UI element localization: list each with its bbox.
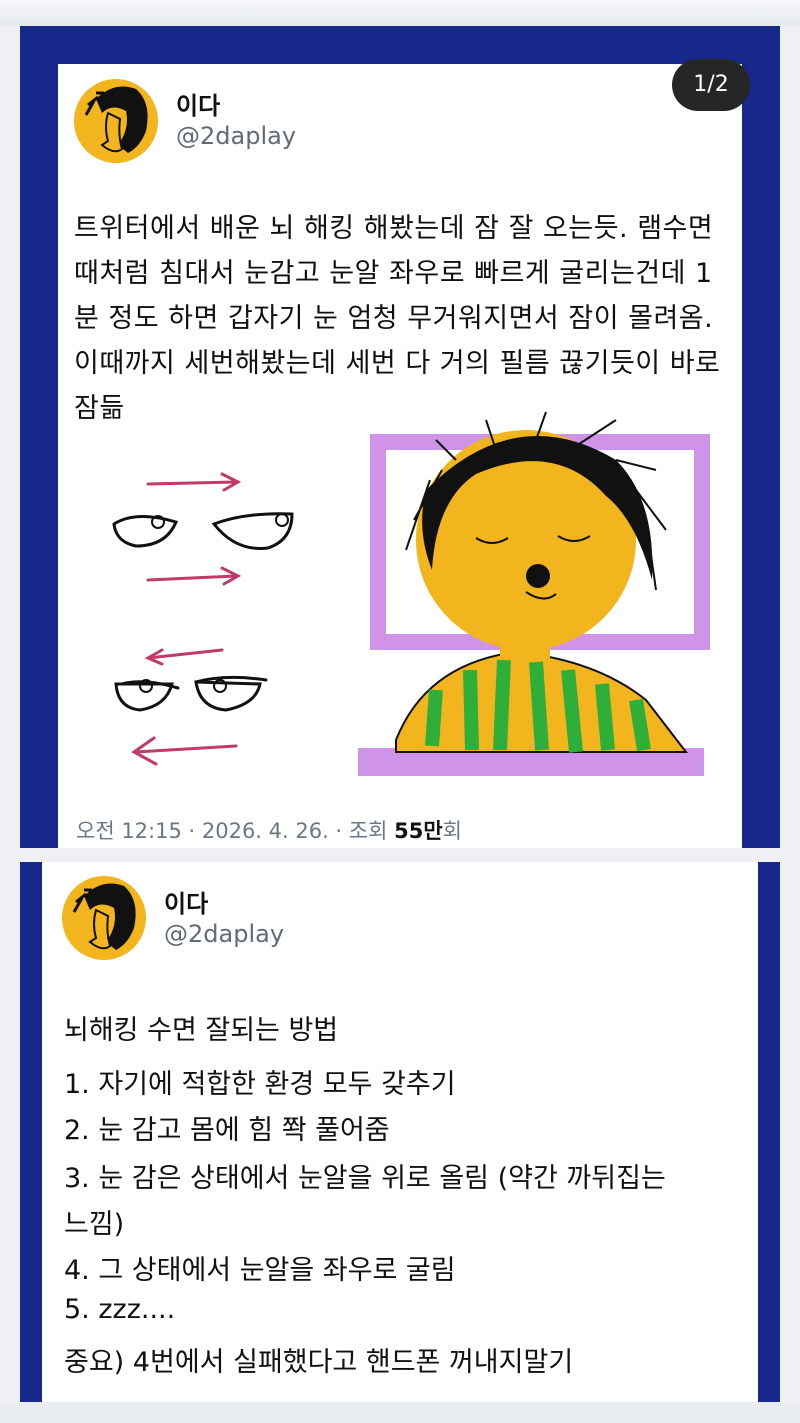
tweet-timestamp: 오전 12:15 · 2026. 4. 26. · 조회 (76, 819, 395, 843)
display-name: 이다 (176, 92, 221, 120)
view-count-suffix: 회 (442, 819, 462, 843)
user-handle: @2daplay (176, 122, 297, 150)
sleeping-person-drawing (358, 411, 710, 776)
eye-arrows-doodle (112, 472, 294, 766)
tweet-line: 3. 눈 감은 상태에서 눈알을 위로 올림 (약간 까뒤집는 (64, 1163, 666, 1194)
avatar[interactable] (62, 876, 146, 960)
background-blur-top (0, 0, 800, 26)
avatar-illustration (72, 883, 136, 950)
tweet-line: 4. 그 상태에서 눈알을 좌우로 굴림 (64, 1255, 456, 1286)
page-indicator-badge: 1/2 (672, 59, 750, 111)
background-blur-bottom (0, 1402, 800, 1423)
tweet-line: 느낌) (64, 1209, 125, 1240)
avatar-illustration (84, 86, 148, 153)
tweet-line: 5. zzz.... (64, 1294, 176, 1325)
view-count: 55만 (394, 819, 443, 843)
avatar[interactable] (74, 79, 158, 163)
display-name: 이다 (164, 890, 209, 918)
user-handle: @2daplay (164, 920, 285, 948)
tweet-line: 뇌해킹 수면 잘되는 방법 (64, 1015, 339, 1046)
tweet-line: 1. 자기에 적합한 환경 모두 갖추기 (64, 1069, 456, 1100)
tweet-meta: 오전 12:15 · 2026. 4. 26. · 조회 55만회 (76, 815, 462, 845)
tweet-line: 2. 눈 감고 몸에 힘 쫙 풀어줌 (64, 1115, 390, 1146)
tweet-text: 트위터에서 배운 뇌 해킹 해봤는데 잠 잘 오는듯. 램수면때처럼 침대서 눈… (74, 213, 721, 424)
tweet-line: 중요) 4번에서 실패했다고 핸드폰 꺼내지말기 (64, 1347, 574, 1378)
attached-drawing[interactable] (96, 400, 756, 800)
